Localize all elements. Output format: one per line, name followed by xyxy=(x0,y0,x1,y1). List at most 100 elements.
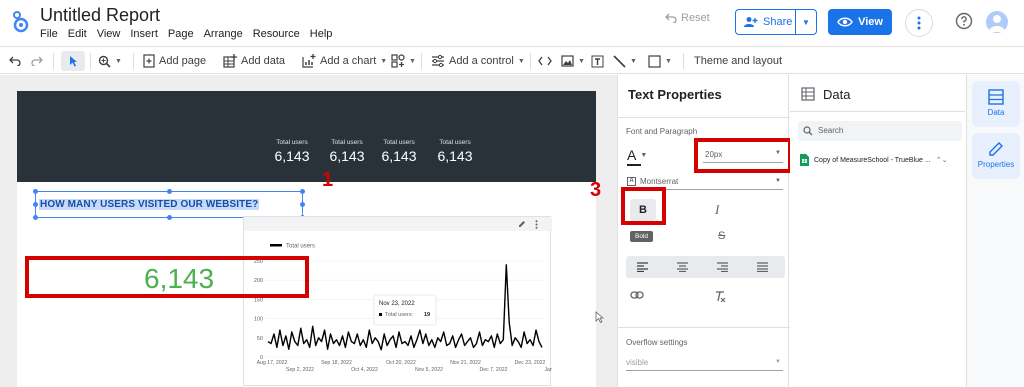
scorecard[interactable]: Total users 6,143 xyxy=(430,139,480,164)
x-tick-label: Sep 18, 2022 xyxy=(321,360,352,366)
callout-box-2 xyxy=(694,138,792,173)
overflow-select[interactable]: visible ▼ xyxy=(626,356,783,371)
strikethrough-button[interactable]: S xyxy=(718,230,725,242)
add-data-button[interactable]: Add data xyxy=(223,51,285,71)
header-banner[interactable]: Total users 6,143 Total users 6,143 Tota… xyxy=(17,91,596,182)
toolbar-divider xyxy=(530,53,531,69)
reset-button[interactable]: Reset xyxy=(665,12,710,24)
y-tick-label: 150 xyxy=(254,297,263,303)
tab-properties[interactable]: Properties xyxy=(972,133,1020,179)
undo-button[interactable] xyxy=(9,51,21,71)
select-tool-button[interactable] xyxy=(61,51,85,71)
more-options-button[interactable] xyxy=(905,9,933,37)
add-chart-icon xyxy=(302,54,316,68)
add-page-button[interactable]: Add page xyxy=(143,51,206,71)
theme-layout-button[interactable]: Theme and layout xyxy=(694,51,782,71)
callout-box-3 xyxy=(621,187,666,225)
align-center-icon[interactable] xyxy=(677,262,688,272)
table-icon xyxy=(988,89,1004,105)
help-icon[interactable] xyxy=(955,12,973,30)
chart-header-bar xyxy=(244,217,552,231)
line-icon xyxy=(613,54,626,68)
add-page-label: Add page xyxy=(159,55,207,67)
chevron-down-icon: ▼ xyxy=(409,57,416,65)
report-canvas[interactable]: Total users 6,143 Total users 6,143 Tota… xyxy=(17,91,596,387)
callout-number-1: 1 xyxy=(322,169,334,191)
more-vert-icon[interactable] xyxy=(535,220,538,229)
code-icon xyxy=(538,56,552,66)
resize-handle[interactable] xyxy=(300,202,305,207)
shape-tool-button[interactable]: ▼ xyxy=(648,51,672,71)
right-rail: Data Properties xyxy=(966,75,1024,387)
menu-resource[interactable]: Resource xyxy=(251,28,308,40)
community-viz-button[interactable]: ▼ xyxy=(391,51,416,71)
panel-title: Data xyxy=(823,87,851,102)
text-tool-button[interactable] xyxy=(591,51,604,71)
resize-handle[interactable] xyxy=(300,189,305,194)
menu-page[interactable]: Page xyxy=(166,28,202,40)
redo-button[interactable] xyxy=(31,51,43,71)
overflow-value: visible xyxy=(626,358,649,367)
menu-help[interactable]: Help xyxy=(308,28,341,40)
share-dropdown-icon[interactable]: ▼ xyxy=(796,18,816,27)
menu-arrange[interactable]: Arrange xyxy=(202,28,251,40)
resize-handle[interactable] xyxy=(167,189,172,194)
font-color-swatch xyxy=(627,164,641,166)
section-label: Font and Paragraph xyxy=(626,127,698,136)
table-icon xyxy=(801,87,815,101)
font-color-picker[interactable]: A ▼ xyxy=(627,147,647,166)
edit-icon[interactable] xyxy=(518,220,526,228)
zoom-button[interactable]: ▼ xyxy=(98,51,122,71)
toolbar-divider xyxy=(53,53,54,69)
heading-text[interactable]: HOW MANY USERS VISITED OUR WEBSITE? xyxy=(39,199,260,210)
report-title[interactable]: Untitled Report xyxy=(40,5,160,26)
alignment-group xyxy=(626,256,785,278)
menu-file[interactable]: File xyxy=(38,28,66,40)
resize-handle[interactable] xyxy=(33,189,38,194)
link-icon[interactable] xyxy=(630,291,644,299)
insert-image-button[interactable]: ▼ xyxy=(561,51,585,71)
zoom-icon xyxy=(98,55,111,68)
add-data-icon xyxy=(223,54,237,68)
app-header: Untitled Report File Edit View Insert Pa… xyxy=(0,0,1024,44)
align-left-icon[interactable] xyxy=(637,262,648,272)
undo-icon xyxy=(9,56,21,66)
selected-text-box[interactable]: HOW MANY USERS VISITED OUR WEBSITE? xyxy=(33,189,305,220)
add-chart-label: Add a chart xyxy=(320,55,377,67)
chevron-down-icon: ▼ xyxy=(640,151,648,159)
time-series-chart[interactable]: Total users 250 200 150 100 50 0 Aug 17, 2022 Se… xyxy=(243,216,552,386)
callout-box-1 xyxy=(25,256,309,298)
menu-insert[interactable]: Insert xyxy=(128,28,166,40)
menu-bar: File Edit View Insert Page Arrange Resou… xyxy=(38,28,340,40)
canvas-area: Total users 6,143 Total users 6,143 Tota… xyxy=(0,75,617,387)
line-tool-button[interactable]: ▼ xyxy=(613,51,637,71)
align-right-icon[interactable] xyxy=(717,262,728,272)
resize-handle[interactable] xyxy=(33,215,38,220)
scorecard[interactable]: Total users 6,143 xyxy=(267,139,317,164)
add-chart-button[interactable]: Add a chart ▼ xyxy=(302,51,387,71)
data-source-item[interactable]: Copy of MeasureSchool - TrueBlue ... ⌃⌄ xyxy=(800,154,960,166)
avatar[interactable] xyxy=(986,11,1008,33)
looker-studio-logo[interactable] xyxy=(10,8,32,34)
cursor-icon xyxy=(595,310,605,328)
share-button[interactable]: Share ▼ xyxy=(735,9,817,35)
view-button[interactable]: View xyxy=(828,9,892,35)
resize-handle[interactable] xyxy=(33,202,38,207)
menu-edit[interactable]: Edit xyxy=(66,28,95,40)
add-control-button[interactable]: Add a control ▼ xyxy=(431,51,525,71)
tab-data[interactable]: Data xyxy=(972,81,1020,127)
add-page-icon xyxy=(143,54,155,68)
scorecard[interactable]: Total users 6,143 xyxy=(374,139,424,164)
chevron-down-icon: ▼ xyxy=(665,57,672,65)
pencil-icon xyxy=(989,142,1003,156)
toolbar-divider xyxy=(133,53,134,69)
resize-handle[interactable] xyxy=(167,215,172,220)
menu-view[interactable]: View xyxy=(95,28,129,40)
scorecard[interactable]: Total users 6,143 xyxy=(322,139,372,164)
search-input[interactable]: Search xyxy=(798,121,962,141)
view-label: View xyxy=(858,16,883,28)
embed-url-button[interactable] xyxy=(538,51,552,71)
align-justify-icon[interactable] xyxy=(757,262,768,272)
clear-formatting-icon[interactable] xyxy=(714,291,726,303)
italic-button[interactable]: I xyxy=(715,202,719,218)
